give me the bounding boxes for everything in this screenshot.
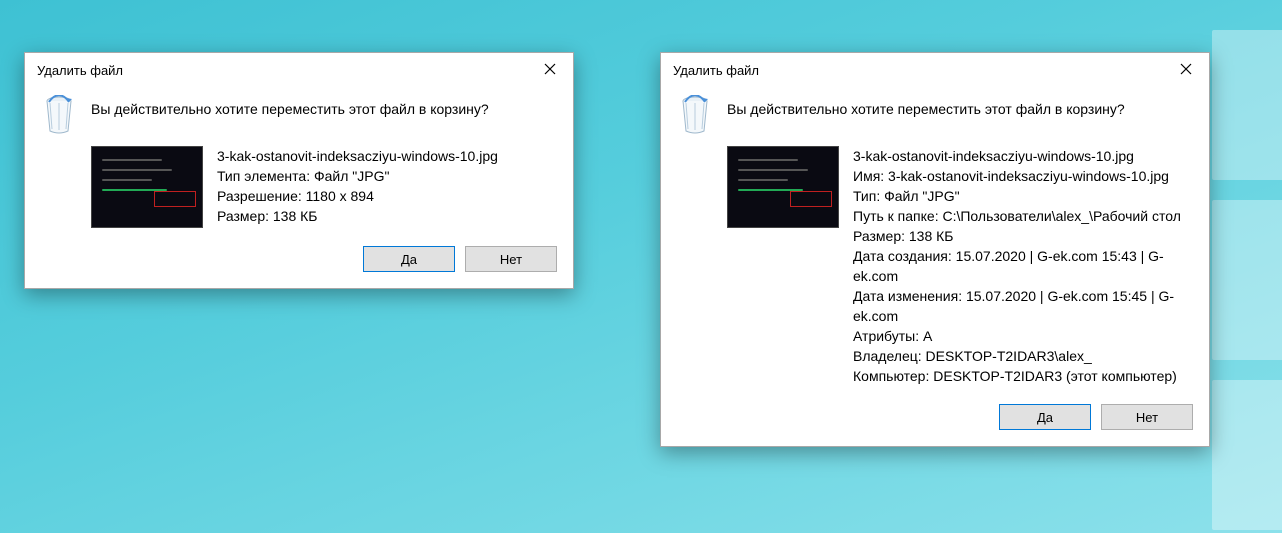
background-decoration: [1212, 380, 1282, 530]
yes-button[interactable]: Да: [363, 246, 455, 272]
file-thumbnail: [91, 146, 203, 228]
dialog-buttons: Да Нет: [41, 246, 557, 272]
file-details: 3-kak-ostanovit-indeksacziyu-windows-10.…: [853, 146, 1183, 386]
file-computer: Компьютер: DESKTOP-T2IDAR3 (этот компьют…: [853, 366, 1183, 386]
dialog-title: Удалить файл: [673, 63, 759, 78]
file-thumbnail: [727, 146, 839, 228]
confirmation-prompt: Вы действительно хотите переместить этот…: [91, 95, 489, 117]
close-button[interactable]: [527, 53, 573, 87]
no-button[interactable]: Нет: [1101, 404, 1193, 430]
dialog-title: Удалить файл: [37, 63, 123, 78]
dialog-body: Вы действительно хотите переместить этот…: [25, 87, 573, 288]
titlebar[interactable]: Удалить файл: [661, 53, 1209, 87]
yes-button[interactable]: Да: [999, 404, 1091, 430]
dialog-buttons: Да Нет: [677, 404, 1193, 430]
file-path: Путь к папке: C:\Пользователи\alex_\Рабо…: [853, 206, 1183, 226]
file-attributes: Атрибуты: A: [853, 326, 1183, 346]
file-created: Дата создания: 15.07.2020 | G-ek.com 15:…: [853, 246, 1183, 286]
recycle-bin-icon: [41, 95, 77, 138]
close-button[interactable]: [1163, 53, 1209, 87]
file-type: Тип элемента: Файл "JPG": [217, 166, 498, 186]
delete-file-dialog: Удалить файл Вы действитель: [24, 52, 574, 289]
file-resolution: Разрешение: 1180 x 894: [217, 186, 498, 206]
file-size: Размер: 138 КБ: [853, 226, 1183, 246]
desktop-background: Удалить файл Вы действитель: [0, 0, 1282, 533]
file-name: 3-kak-ostanovit-indeksacziyu-windows-10.…: [853, 146, 1183, 166]
no-button[interactable]: Нет: [465, 246, 557, 272]
background-decoration: [1212, 30, 1282, 180]
file-details: 3-kak-ostanovit-indeksacziyu-windows-10.…: [217, 146, 498, 226]
file-size: Размер: 138 КБ: [217, 206, 498, 226]
close-icon: [544, 63, 556, 78]
confirmation-prompt: Вы действительно хотите переместить этот…: [727, 95, 1125, 117]
file-name-label: Имя: 3-kak-ostanovit-indeksacziyu-window…: [853, 166, 1183, 186]
delete-file-dialog-detailed: Удалить файл Вы действитель: [660, 52, 1210, 447]
file-owner: Владелец: DESKTOP-T2IDAR3\alex_: [853, 346, 1183, 366]
dialog-body: Вы действительно хотите переместить этот…: [661, 87, 1209, 446]
file-modified: Дата изменения: 15.07.2020 | G-ek.com 15…: [853, 286, 1183, 326]
file-name: 3-kak-ostanovit-indeksacziyu-windows-10.…: [217, 146, 498, 166]
file-type: Тип: Файл "JPG": [853, 186, 1183, 206]
titlebar[interactable]: Удалить файл: [25, 53, 573, 87]
close-icon: [1180, 63, 1192, 78]
background-decoration: [1212, 200, 1282, 360]
recycle-bin-icon: [677, 95, 713, 138]
